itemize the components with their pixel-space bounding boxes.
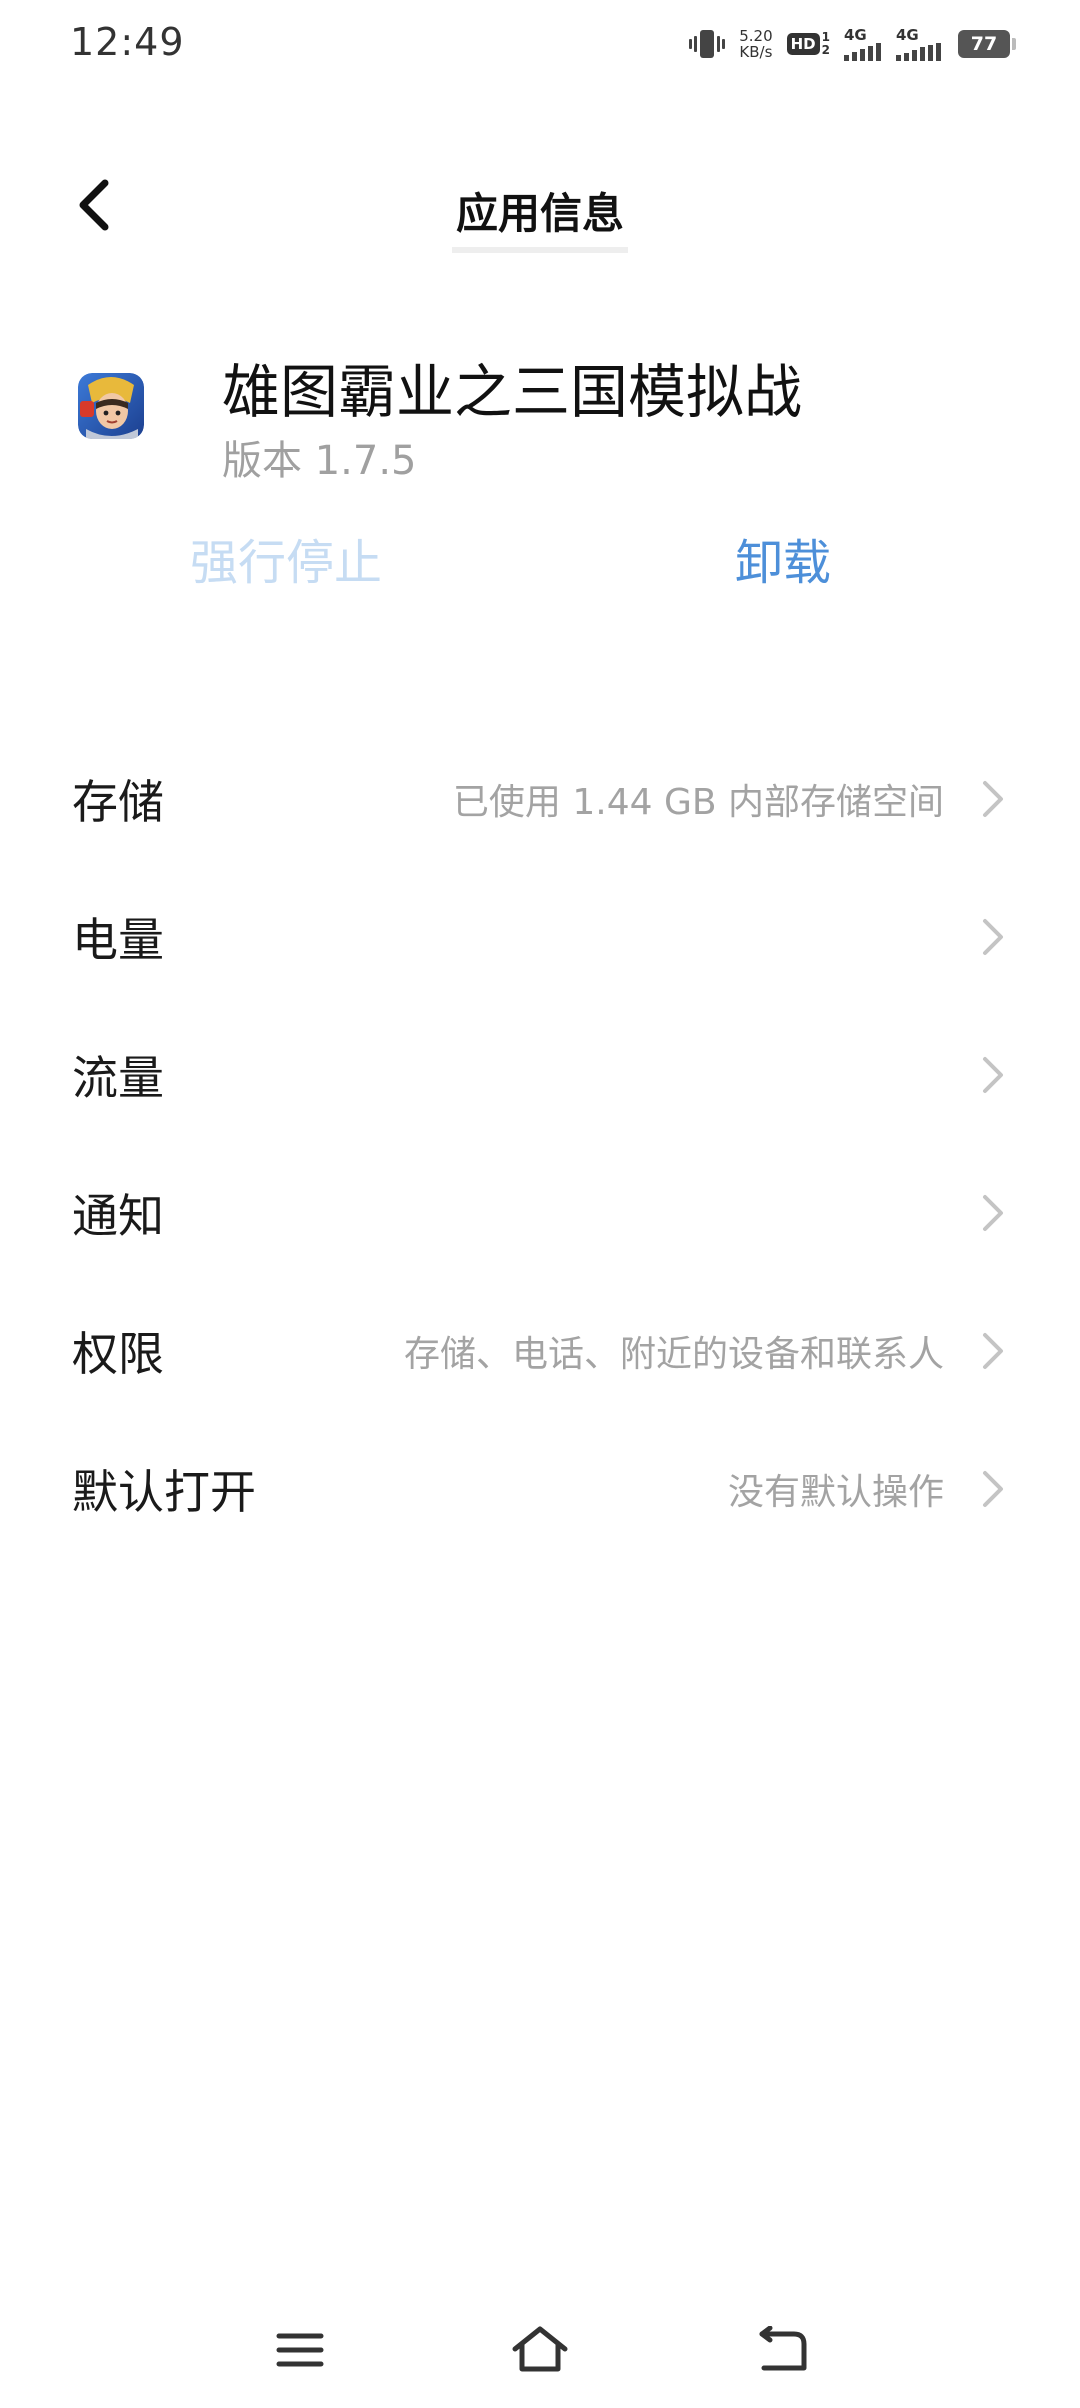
navigation-bar <box>0 2300 1080 2390</box>
settings-row-label: 流量 <box>72 1051 164 1105</box>
vibrate-icon <box>689 30 726 58</box>
chevron-right-icon <box>983 1333 1003 1369</box>
settings-row-value: 已使用 1.44 GB 内部存储空间 <box>452 782 944 823</box>
menu-icon <box>276 2333 324 2367</box>
hd-volte-badge: HD 1 2 <box>786 31 830 57</box>
hd-sub-bottom: 2 <box>821 43 830 57</box>
hd-label: HD <box>786 33 820 55</box>
chevron-right-icon <box>983 781 1003 817</box>
battery-icon: 77 <box>958 30 1016 58</box>
settings-row-label: 存储 <box>72 775 164 829</box>
app-name: 雄图霸业之三国模拟战 <box>222 358 803 426</box>
signal-sim1: 4G <box>844 25 882 61</box>
hd-sim-numbers: 1 2 <box>822 31 830 57</box>
page-title: 应用信息 <box>0 180 1080 253</box>
settings-row-label: 默认打开 <box>72 1465 256 1519</box>
settings-row-storage[interactable]: 存储 已使用 1.44 GB 内部存储空间 <box>0 730 1080 868</box>
settings-row-label: 电量 <box>72 913 164 967</box>
settings-row-open-by-default[interactable]: 默认打开 没有默认操作 <box>0 1420 1080 1558</box>
signal2-label: 4G <box>896 25 919 44</box>
game-character-icon <box>78 373 144 439</box>
return-icon <box>759 2326 807 2371</box>
status-icons: 5.20 KB/s HD 1 2 4G 4G 77 <box>689 22 1016 66</box>
settings-row-permissions[interactable]: 权限 存储、电话、附近的设备和联系人 <box>0 1282 1080 1420</box>
recent-apps-button[interactable] <box>260 2320 340 2380</box>
settings-row-value: 存储、电话、附近的设备和联系人 <box>403 1334 944 1375</box>
uninstall-button[interactable]: 卸载 <box>735 523 831 593</box>
signal1-label: 4G <box>844 25 867 44</box>
settings-row-label: 权限 <box>72 1327 164 1381</box>
settings-row-notifications[interactable]: 通知 <box>0 1144 1080 1282</box>
chevron-right-icon <box>983 1195 1003 1231</box>
settings-row-value: 没有默认操作 <box>727 1472 944 1513</box>
chevron-right-icon <box>983 1057 1003 1093</box>
settings-list: 存储 已使用 1.44 GB 内部存储空间 电量 流量 通知 权限 存储、电话、… <box>0 730 1080 1558</box>
settings-row-data-usage[interactable]: 流量 <box>0 1006 1080 1144</box>
force-stop-button[interactable]: 强行停止 <box>190 523 382 593</box>
home-icon <box>512 2326 568 2372</box>
signal-sim2: 4G <box>896 25 944 61</box>
signal-bars-icon <box>844 42 881 61</box>
chevron-right-icon <box>983 1471 1003 1507</box>
app-version: 版本 1.7.5 <box>222 438 417 484</box>
home-button[interactable] <box>500 2320 580 2380</box>
chevron-right-icon <box>983 919 1003 955</box>
back-nav-button[interactable] <box>742 2320 822 2380</box>
page-title-text: 应用信息 <box>451 180 628 253</box>
settings-row-battery[interactable]: 电量 <box>0 868 1080 1006</box>
network-speed: 5.20 KB/s <box>739 28 772 60</box>
network-speed-unit: KB/s <box>739 43 773 61</box>
network-speed-value: 5.20 <box>739 27 773 45</box>
status-bar: 12:49 5.20 KB/s HD 1 2 4G 4G 77 <box>0 0 1080 90</box>
settings-row-label: 通知 <box>72 1189 164 1243</box>
signal-bars-icon <box>896 42 941 61</box>
status-time: 12:49 <box>70 20 185 64</box>
app-icon <box>78 373 144 439</box>
